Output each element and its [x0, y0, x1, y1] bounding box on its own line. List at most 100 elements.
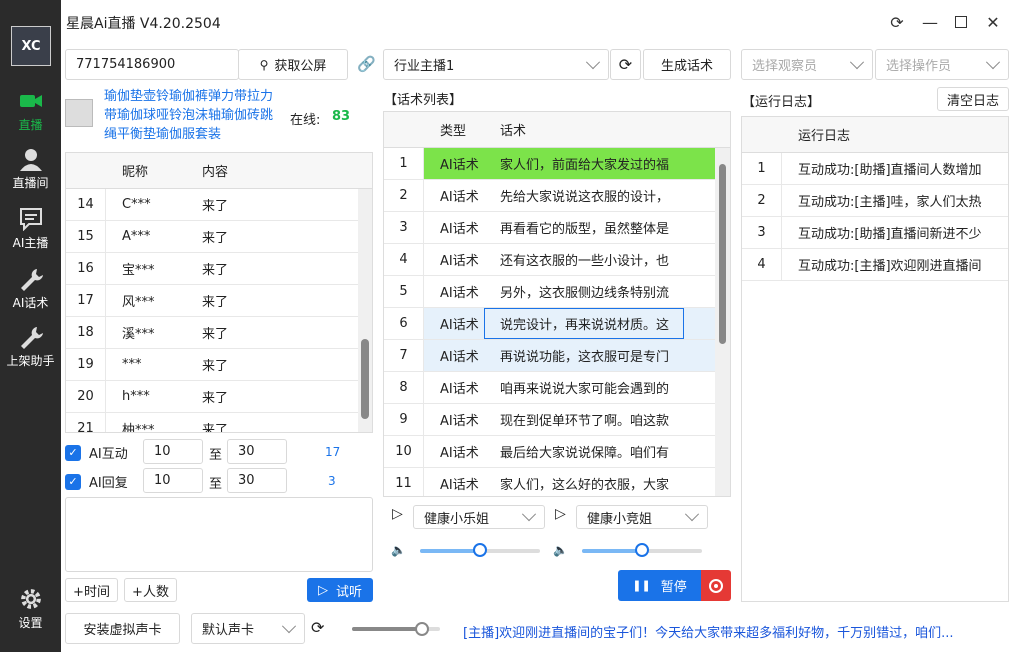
play-voice-b-button[interactable]: ▷	[555, 506, 566, 522]
log-cell: 互动成功:[助播]直播间新进不少	[798, 227, 982, 242]
reply-from-input[interactable]: 10	[143, 468, 203, 493]
script-cell[interactable]: 家人们，这么好的衣服，大家	[484, 474, 684, 493]
main-volume-slider[interactable]	[352, 622, 440, 636]
app-logo: XC	[11, 26, 51, 66]
room-id-input[interactable]: 771754186900	[65, 49, 239, 80]
type-cell: AI话术	[440, 286, 479, 301]
column-header: 内容	[202, 165, 229, 180]
table-row[interactable]: 5 AI话术 另外，这衣服侧边线条特别流	[384, 276, 730, 308]
industry-select[interactable]: 行业主播1	[383, 49, 609, 80]
script-cell[interactable]: 最后给大家说说保障。咱们有	[484, 442, 684, 461]
table-row[interactable]: 14 C*** 来了	[66, 189, 372, 221]
content-cell: 来了	[202, 263, 229, 278]
refresh-icon[interactable]: ⟳	[311, 618, 324, 637]
add-people-button[interactable]: +人数	[124, 578, 177, 602]
sidebar-item-ai-script[interactable]: AI话术	[0, 260, 61, 318]
script-cell[interactable]: 另外，这衣服侧边线条特别流	[484, 282, 684, 301]
sidebar-item-listing-helper[interactable]: 上架助手	[0, 318, 61, 376]
interact-to-input[interactable]: 30	[227, 439, 287, 464]
sound-card-select[interactable]: 默认声卡	[191, 613, 305, 644]
install-virtual-card-button[interactable]: 安装虚拟声卡	[65, 613, 180, 644]
script-cell[interactable]: 再说说功能，这衣服可是专门	[484, 346, 684, 365]
table-row[interactable]: 19 *** 来了	[66, 349, 372, 381]
slider-handle[interactable]	[473, 543, 487, 557]
table-row[interactable]: 2 互动成功:[主播]哇，家人们太热	[742, 185, 1008, 217]
type-cell: AI话术	[440, 190, 479, 205]
table-row[interactable]: 2 AI话术 先给大家说说这衣服的设计，	[384, 180, 730, 212]
table-row[interactable]: 4 互动成功:[主播]欢迎刚进直播间	[742, 249, 1008, 281]
table-row[interactable]: 7 AI话术 再说说功能，这衣服可是专门	[384, 340, 730, 372]
slider-handle[interactable]	[635, 543, 649, 557]
stop-button[interactable]	[701, 570, 731, 601]
content-cell: 来了	[202, 231, 229, 246]
range-separator: 至	[209, 477, 223, 492]
table-row[interactable]: 15 A*** 来了	[66, 221, 372, 253]
script-cell[interactable]: 再看看它的版型，虽然整体是	[484, 218, 684, 237]
table-row[interactable]: 21 柚*** 来了	[66, 413, 372, 433]
table-row[interactable]: 8 AI话术 咱再来说说大家可能会遇到的	[384, 372, 730, 404]
close-button[interactable]: ✕	[983, 12, 1003, 32]
ai-reply-toggle[interactable]: ✓ AI回复	[65, 472, 128, 491]
table-row[interactable]: 1 互动成功:[助播]直播间人数增加	[742, 153, 1008, 185]
ai-interact-toggle[interactable]: ✓ AI互动	[65, 443, 128, 462]
maximize-button[interactable]	[951, 12, 971, 32]
script-cell[interactable]: 还有这衣服的一些小设计，也	[484, 250, 684, 269]
table-row[interactable]: 4 AI话术 还有这衣服的一些小设计，也	[384, 244, 730, 276]
table-row[interactable]: 3 互动成功:[助播]直播间新进不少	[742, 217, 1008, 249]
minimize-button[interactable]: —	[920, 12, 940, 32]
play-voice-a-button[interactable]: ▷	[392, 506, 403, 522]
table-row[interactable]: 3 AI话术 再看看它的版型，虽然整体是	[384, 212, 730, 244]
refresh-window-button[interactable]: ⟳	[887, 12, 907, 32]
observer-select[interactable]: 选择观察员	[741, 49, 873, 80]
voice-a-select[interactable]: 健康小乐姐	[413, 505, 545, 529]
script-cell[interactable]: 先给大家说说这衣服的设计，	[484, 186, 684, 205]
select-placeholder: 选择操作员	[886, 59, 952, 74]
voice-a-volume-slider[interactable]	[420, 543, 540, 557]
link-icon[interactable]: 🔗	[357, 55, 376, 73]
script-cell[interactable]: 家人们，前面给大家发过的福	[484, 154, 684, 173]
table-row[interactable]: 17 风*** 来了	[66, 285, 372, 317]
interact-from-input[interactable]: 10	[143, 439, 203, 464]
slider-handle[interactable]	[415, 622, 430, 636]
sidebar-item-ai-anchor[interactable]: AI主播	[0, 200, 61, 258]
table-row[interactable]: 18 溪*** 来了	[66, 317, 372, 349]
script-cell[interactable]: 说完设计，再来说说材质。这	[484, 308, 684, 339]
checkbox-checked-icon[interactable]: ✓	[65, 444, 81, 461]
operator-select[interactable]: 选择操作员	[875, 49, 1009, 80]
table-row[interactable]: 1 AI话术 家人们，前面给大家发过的福	[384, 148, 730, 180]
pause-button[interactable]: ❚❚ 暂停	[618, 570, 701, 601]
script-cell[interactable]: 现在到促单环节了啊。咱这款	[484, 410, 684, 429]
table-row[interactable]: 6 AI话术 说完设计，再来说说材质。这	[384, 308, 730, 340]
type-cell: AI话术	[440, 382, 479, 397]
listen-button[interactable]: ▷ 试听	[307, 578, 373, 602]
message-textarea[interactable]	[65, 497, 373, 572]
comments-scrollbar[interactable]	[358, 189, 372, 432]
gear-icon	[20, 589, 41, 609]
sidebar-item-settings[interactable]: 设置	[0, 580, 61, 638]
get-screen-button[interactable]: ⚲ 获取公屏	[238, 49, 348, 80]
table-row[interactable]: 9 AI话术 现在到促单环节了啊。咱这款	[384, 404, 730, 436]
sidebar-item-label: 直播间	[12, 176, 49, 190]
select-placeholder: 选择观察员	[752, 59, 818, 74]
voice-b-select[interactable]: 健康小竞姐	[576, 505, 708, 529]
generate-script-button[interactable]: 生成话术	[643, 49, 731, 80]
voice-b-volume-slider[interactable]	[582, 543, 702, 557]
checkbox-checked-icon[interactable]: ✓	[65, 473, 81, 490]
nickname-cell: h***	[122, 389, 150, 404]
table-row[interactable]: 20 h*** 来了	[66, 381, 372, 413]
row-index: 19	[66, 349, 106, 380]
content-cell: 来了	[202, 423, 229, 433]
scripts-scrollbar[interactable]	[715, 148, 730, 496]
sidebar-item-room[interactable]: 直播间	[0, 140, 61, 198]
reply-to-input[interactable]: 30	[227, 468, 287, 493]
table-row[interactable]: 10 AI话术 最后给大家说说保障。咱们有	[384, 436, 730, 468]
table-row[interactable]: 11 AI话术 家人们，这么好的衣服，大家	[384, 468, 730, 496]
sidebar-item-live[interactable]: 直播	[0, 82, 61, 140]
script-cell[interactable]: 咱再来说说大家可能会遇到的	[484, 378, 684, 397]
row-index: 3	[384, 212, 424, 243]
refresh-industry-button[interactable]: ⟳	[610, 49, 641, 80]
add-time-button[interactable]: +时间	[65, 578, 118, 602]
product-title[interactable]: 瑜伽垫壶铃瑜伽裤弹力带拉力带瑜伽球哑铃泡沫轴瑜伽砖跳绳平衡垫瑜伽服套装	[104, 87, 280, 144]
clear-log-button[interactable]: 清空日志	[937, 87, 1009, 111]
table-row[interactable]: 16 宝*** 来了	[66, 253, 372, 285]
